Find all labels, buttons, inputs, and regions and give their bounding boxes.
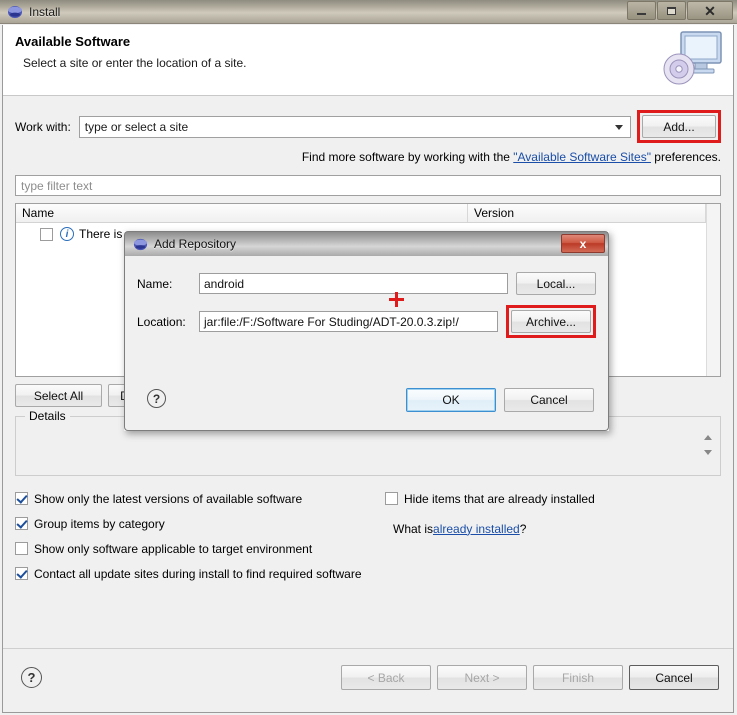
- option-label: Hide items that are already installed: [404, 491, 595, 506]
- select-all-button[interactable]: Select All: [15, 384, 102, 407]
- option-label: Contact all update sites during install …: [34, 566, 362, 581]
- filter-placeholder: type filter text: [21, 178, 93, 193]
- options-right-column: Hide items that are already installed Wh…: [385, 486, 737, 541]
- checkbox-contact-update-sites[interactable]: [15, 567, 28, 580]
- window-controls: ✕: [626, 1, 733, 20]
- name-input[interactable]: android: [199, 273, 508, 294]
- add-repository-dialog: Add Repository x Name: android Local... …: [124, 231, 609, 431]
- ok-button[interactable]: OK: [406, 388, 496, 412]
- add-button-highlight: Add...: [637, 110, 721, 143]
- what-is-already-installed: What is already installed?: [393, 516, 737, 541]
- monitor-cd-icon: [659, 29, 725, 91]
- maximize-button[interactable]: [657, 1, 686, 20]
- name-field-row: Name: android Local...: [137, 272, 596, 295]
- finish-button[interactable]: Finish: [533, 665, 623, 690]
- add-button[interactable]: Add...: [642, 115, 716, 138]
- dialog-titlebar: Add Repository x: [124, 231, 609, 256]
- filter-input[interactable]: type filter text: [15, 175, 721, 196]
- archive-button-highlight: Archive...: [506, 305, 596, 338]
- work-with-value: type or select a site: [84, 119, 189, 134]
- table-header: Name Version: [16, 204, 720, 223]
- local-button[interactable]: Local...: [516, 272, 596, 295]
- location-value: jar:file:/F:/Software For Studing/ADT-20…: [204, 314, 459, 329]
- location-input[interactable]: jar:file:/F:/Software For Studing/ADT-20…: [199, 311, 498, 332]
- minimize-button[interactable]: [627, 1, 656, 20]
- option-label: Group items by category: [34, 516, 165, 531]
- dialog-cancel-button[interactable]: Cancel: [504, 388, 594, 412]
- dialog-buttons: OK Cancel: [406, 388, 594, 412]
- wizard-footer: ? < Back Next > Finish Cancel: [3, 648, 733, 712]
- available-software-sites-link[interactable]: "Available Software Sites": [513, 150, 651, 164]
- spinner-up-icon[interactable]: [704, 435, 712, 440]
- row-name: There is: [79, 227, 123, 241]
- spinner-down-icon[interactable]: [704, 450, 712, 455]
- wizard-header: Available Software Select a site or ente…: [3, 25, 733, 96]
- checkbox-target-environment[interactable]: [15, 542, 28, 555]
- location-field-row: Location: jar:file:/F:/Software For Stud…: [137, 305, 596, 338]
- local-button-wrap: Local...: [516, 272, 596, 295]
- options-section: Show only the latest versions of availab…: [15, 486, 721, 586]
- column-header-name[interactable]: Name: [16, 204, 468, 222]
- table-vertical-scrollbar[interactable]: [706, 204, 720, 376]
- what-is-suffix: ?: [519, 521, 527, 536]
- close-icon: ✕: [704, 2, 716, 19]
- checkbox-show-latest-versions[interactable]: [15, 492, 28, 505]
- back-button[interactable]: < Back: [341, 665, 431, 690]
- dialog-body: Name: android Local... Location: jar:fil…: [124, 256, 609, 431]
- install-wizard-window: Install ✕ Available Software Select a si…: [0, 0, 737, 715]
- work-with-row: Work with: type or select a site Add...: [15, 110, 721, 143]
- checkbox-hide-installed[interactable]: [385, 492, 398, 505]
- page-title: Available Software: [15, 34, 131, 49]
- details-legend: Details: [25, 409, 70, 423]
- option-contact-update-sites[interactable]: Contact all update sites during install …: [15, 561, 721, 586]
- find-more-suffix: preferences.: [650, 150, 721, 164]
- checkbox-group-by-category[interactable]: [15, 517, 28, 530]
- next-button[interactable]: Next >: [437, 665, 527, 690]
- eclipse-globe-icon: [133, 237, 148, 252]
- help-icon[interactable]: ?: [21, 667, 42, 688]
- eclipse-globe-icon: [7, 4, 23, 20]
- window-title: Install: [29, 4, 61, 19]
- name-label: Name:: [137, 276, 173, 291]
- option-label: Show only the latest versions of availab…: [34, 491, 303, 506]
- chevron-down-icon[interactable]: [615, 124, 623, 130]
- cancel-button[interactable]: Cancel: [629, 665, 719, 690]
- work-with-combo[interactable]: type or select a site: [78, 115, 631, 138]
- location-label: Location:: [137, 314, 186, 329]
- close-icon: x: [579, 236, 587, 251]
- option-hide-installed[interactable]: Hide items that are already installed: [385, 486, 737, 511]
- archive-button[interactable]: Archive...: [511, 310, 591, 333]
- what-is-prefix: What is: [393, 521, 434, 536]
- info-icon: i: [60, 227, 74, 241]
- window-titlebar: Install ✕: [0, 0, 737, 24]
- close-button[interactable]: ✕: [687, 1, 733, 20]
- find-more-software-text: Find more software by working with the "…: [15, 150, 721, 164]
- page-subtitle: Select a site or enter the location of a…: [23, 56, 247, 70]
- footer-buttons: < Back Next > Finish Cancel: [341, 665, 719, 690]
- already-installed-link[interactable]: already installed: [433, 522, 520, 536]
- details-spinner[interactable]: [704, 435, 715, 455]
- name-value: android: [204, 276, 245, 291]
- dialog-close-button[interactable]: x: [561, 234, 605, 253]
- dialog-title: Add Repository: [154, 237, 237, 251]
- option-label: Show only software applicable to target …: [34, 541, 313, 556]
- dialog-help-icon[interactable]: ?: [147, 389, 166, 408]
- find-more-prefix: Find more software by working with the: [301, 150, 514, 164]
- work-with-label: Work with:: [15, 119, 71, 134]
- column-header-version[interactable]: Version: [468, 204, 706, 222]
- row-checkbox[interactable]: [40, 227, 53, 241]
